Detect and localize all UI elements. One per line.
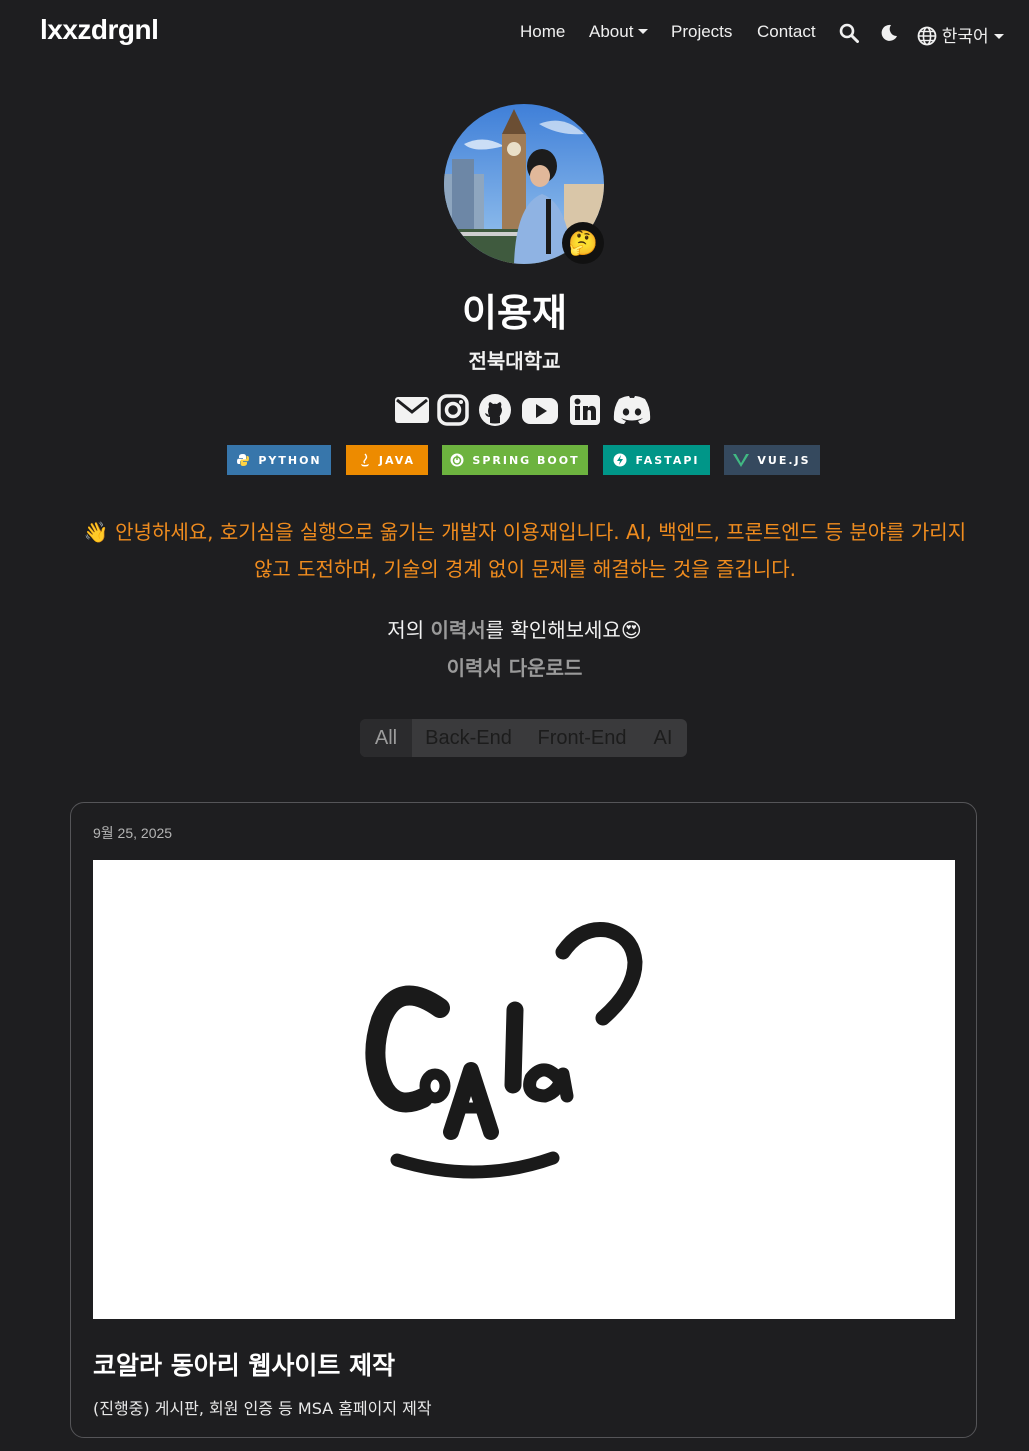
badge-python: PYTHON [227,445,331,475]
globe-icon [917,26,937,46]
status-emoji: 🤔 [562,222,604,264]
language-label: 한국어 [941,27,989,46]
badge-vuejs: VUE.JS [724,445,820,475]
project-card[interactable]: 9월 25, 2025 코알라 동아리 웹사이트 제작 (진행중) 게시판, 회… [70,802,977,1438]
java-icon [360,453,369,467]
project-filter-tabs: All Back-End Front-End AI [360,719,687,757]
badge-label: VUE.JS [757,453,811,467]
waving-hand-icon: 👋 [83,520,109,544]
badge-fastapi: FASTAPI [603,445,710,475]
filter-ai[interactable]: AI [639,719,687,757]
nav-projects[interactable]: Projects [671,22,732,42]
profile-name: 이용재 [462,291,567,335]
chevron-down-icon [638,29,649,34]
filter-back-end[interactable]: Back-End [412,719,525,757]
navbar: lxxzdrgnl Home About Projects Contact 한국… [0,0,1029,68]
spring-icon [450,453,464,467]
brand-logo[interactable]: lxxzdrgnl [40,14,159,46]
badge-label: SPRING BOOT [472,453,580,467]
coala-logo [365,921,643,1179]
cv-prompt: 저의 이력서를 확인해보세요😍 [0,614,1029,643]
cv-suffix: 를 확인해보세요 [485,618,621,642]
nav-about[interactable]: About [589,22,649,42]
search-icon[interactable] [839,23,859,47]
cv-link[interactable]: 이력서 [430,618,485,642]
badge-spring-boot: SPRING BOOT [442,445,588,475]
filter-all[interactable]: All [360,719,412,757]
cv-download-link[interactable]: 이력서 다운로드 [0,652,1029,681]
intro-body: 안녕하세요, 호기심을 실행으로 옮기는 개발자 이용재입니다. AI, 백엔드… [115,520,967,581]
nav-contact[interactable]: Contact [757,22,816,42]
fastapi-icon [613,453,627,467]
vue-icon [733,454,750,467]
intro-text: 👋 안녕하세요, 호기심을 실행으로 옮기는 개발자 이용재입니다. AI, 백… [80,514,970,588]
heart-eyes-icon: 😍 [620,618,642,642]
chevron-down-icon [993,34,1004,39]
nav-about-label: About [589,22,634,41]
project-image [93,860,955,1319]
discord-icon[interactable] [611,395,653,429]
badge-java: JAVA [346,445,428,475]
badge-label: JAVA [378,453,416,467]
tech-badges: PYTHON JAVA SPRING BOOT FASTAPI VUE.JS [0,445,1029,475]
project-title[interactable]: 코알라 동아리 웹사이트 제작 [93,1346,395,1382]
linkedin-icon[interactable] [569,394,601,430]
profile-affiliation: 전북대학교 [468,349,561,373]
language-selector[interactable]: 한국어 [917,22,1004,47]
badge-label: FASTAPI [635,453,700,467]
social-links [392,392,656,430]
badge-label: PYTHON [258,453,322,467]
python-icon [237,454,250,466]
moon-icon[interactable] [880,24,898,46]
github-icon[interactable] [478,393,512,431]
nav-home[interactable]: Home [520,22,565,42]
project-description: (진행중) 게시판, 회원 인증 등 MSA 홈페이지 제작 [93,1399,432,1418]
instagram-icon[interactable] [437,394,469,430]
cv-prefix: 저의 [387,618,431,642]
project-date: 9월 25, 2025 [93,825,173,841]
email-icon[interactable] [394,395,430,429]
filter-front-end[interactable]: Front-End [525,719,639,757]
youtube-icon[interactable] [521,397,559,429]
